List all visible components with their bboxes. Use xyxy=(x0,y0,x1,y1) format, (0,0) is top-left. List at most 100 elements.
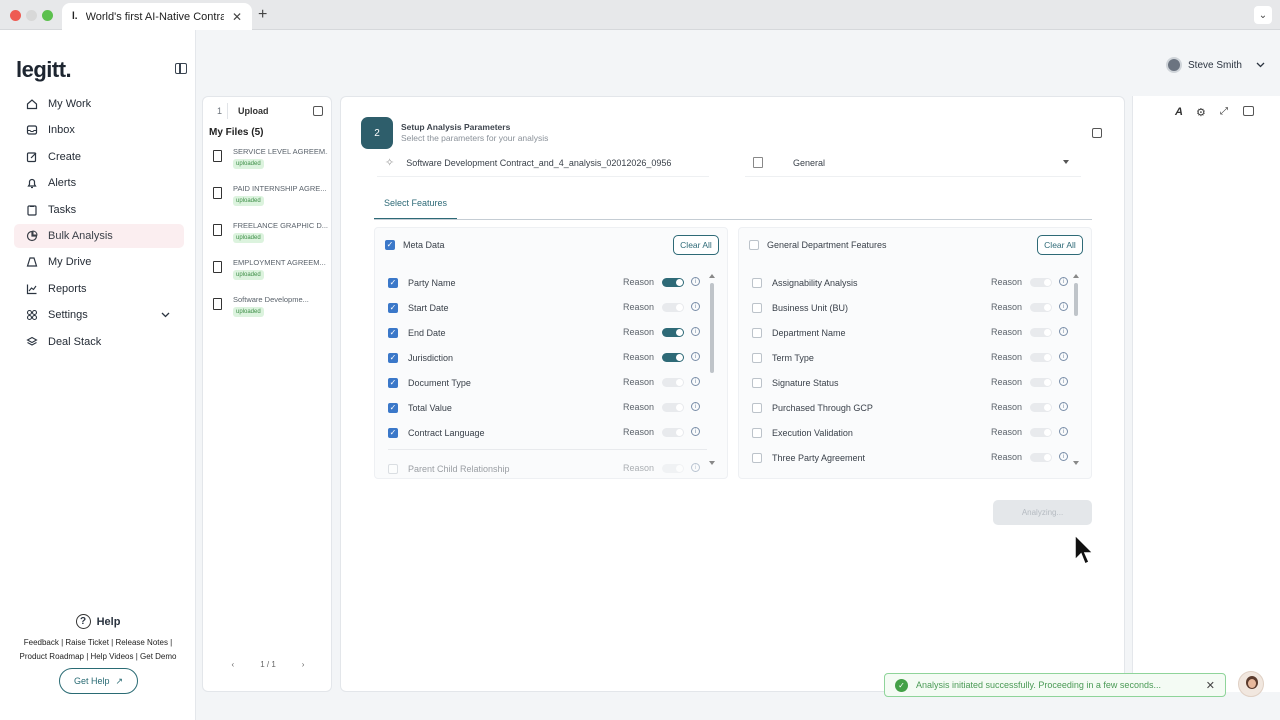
new-tab-button[interactable]: + xyxy=(258,6,267,24)
reason-toggle[interactable] xyxy=(662,464,684,473)
department-select[interactable]: General xyxy=(745,149,1081,177)
reason-toggle[interactable] xyxy=(662,378,684,387)
feature-checkbox[interactable] xyxy=(752,402,762,413)
file-item[interactable]: SERVICE LEVEL AGREEM... uploaded xyxy=(213,147,328,177)
info-icon[interactable]: i xyxy=(1059,302,1068,311)
chevron-down-icon[interactable] xyxy=(161,309,170,321)
user-menu[interactable]: Steve Smith xyxy=(1166,57,1265,73)
help-links-line2[interactable]: Product Roadmap | Help Videos | Get Demo xyxy=(0,650,196,664)
info-icon[interactable]: i xyxy=(691,402,700,411)
maximize-window-button[interactable] xyxy=(42,10,53,21)
reason-toggle[interactable] xyxy=(662,353,684,362)
panel-toggle-icon[interactable] xyxy=(1092,128,1102,138)
feature-checkbox[interactable] xyxy=(752,427,762,438)
reason-toggle[interactable] xyxy=(662,278,684,287)
reason-toggle[interactable] xyxy=(662,303,684,312)
clear-all-button[interactable]: Clear All xyxy=(1037,235,1083,255)
reason-toggle[interactable] xyxy=(662,428,684,437)
sidebar-item-reports[interactable]: Reports xyxy=(14,277,184,301)
app-logo[interactable]: legitt. xyxy=(16,57,72,83)
feature-checkbox[interactable] xyxy=(388,427,398,438)
sidebar-item-create[interactable]: Create xyxy=(14,145,184,169)
feature-checkbox[interactable] xyxy=(388,277,398,288)
expand-icon[interactable]: ⤢ xyxy=(1220,106,1228,117)
scroll-up-icon[interactable] xyxy=(1073,274,1079,278)
analyze-button[interactable]: Analyzing... xyxy=(993,500,1092,525)
file-item[interactable]: FREELANCE GRAPHIC D... uploaded xyxy=(213,221,328,251)
reason-toggle[interactable] xyxy=(662,403,684,412)
minimize-window-button[interactable] xyxy=(26,10,37,21)
feature-checkbox[interactable] xyxy=(752,452,762,463)
info-icon[interactable]: i xyxy=(1059,352,1068,361)
scroll-down-icon[interactable] xyxy=(709,461,715,465)
assistant-avatar[interactable] xyxy=(1238,671,1264,697)
tab-close-icon[interactable]: ✕ xyxy=(232,10,242,24)
meta-data-checkbox[interactable] xyxy=(385,240,395,250)
reason-toggle[interactable] xyxy=(1030,428,1052,437)
sidebar-item-deal-stack[interactable]: Deal Stack xyxy=(14,330,184,354)
info-icon[interactable]: i xyxy=(691,327,700,336)
file-item[interactable]: Software Developme... uploaded xyxy=(213,295,328,325)
feature-checkbox[interactable] xyxy=(388,352,398,363)
department-features-checkbox[interactable] xyxy=(749,240,759,250)
reason-toggle[interactable] xyxy=(1030,378,1052,387)
feature-checkbox[interactable] xyxy=(388,402,398,413)
sidebar-item-bulk-analysis[interactable]: Bulk Analysis xyxy=(14,223,184,248)
tab-list-button[interactable]: ⌄ xyxy=(1254,6,1272,24)
feature-checkbox[interactable] xyxy=(388,377,398,388)
sidebar-item-inbox[interactable]: Inbox xyxy=(14,118,184,142)
feature-checkbox[interactable] xyxy=(388,327,398,338)
reason-toggle[interactable] xyxy=(1030,353,1052,362)
scrollbar[interactable] xyxy=(1074,283,1078,316)
info-icon[interactable]: i xyxy=(691,377,700,386)
scrollbar[interactable] xyxy=(710,283,714,373)
info-icon[interactable]: i xyxy=(691,427,700,436)
font-style-icon[interactable]: A xyxy=(1175,106,1183,118)
browser-tab[interactable]: l. World's first AI-Native Contra ✕ xyxy=(62,3,252,30)
info-icon[interactable]: i xyxy=(691,302,700,311)
scroll-up-icon[interactable] xyxy=(709,274,715,278)
next-page-button[interactable]: › xyxy=(302,660,305,669)
feature-checkbox[interactable] xyxy=(752,377,762,388)
sidebar-item-settings[interactable]: Settings xyxy=(14,303,184,327)
info-icon[interactable]: i xyxy=(1059,277,1068,286)
info-icon[interactable]: i xyxy=(1059,377,1068,386)
reason-toggle[interactable] xyxy=(1030,303,1052,312)
feature-checkbox[interactable] xyxy=(388,463,398,474)
feature-checkbox[interactable] xyxy=(752,352,762,363)
info-icon[interactable]: i xyxy=(691,463,700,472)
sidebar-item-my-work[interactable]: My Work xyxy=(14,92,184,116)
panel-toggle-icon[interactable] xyxy=(1243,106,1254,116)
panel-toggle-icon[interactable] xyxy=(313,106,323,116)
feature-checkbox[interactable] xyxy=(752,302,762,313)
info-icon[interactable]: i xyxy=(1059,327,1068,336)
reason-toggle[interactable] xyxy=(1030,328,1052,337)
analysis-name-field[interactable]: ✧ Software Development Contract_and_4_an… xyxy=(377,149,709,177)
feature-checkbox[interactable] xyxy=(752,277,762,288)
sidebar-collapse-icon[interactable] xyxy=(175,63,187,74)
file-item[interactable]: EMPLOYMENT AGREEM... uploaded xyxy=(213,258,328,288)
clear-all-button[interactable]: Clear All xyxy=(673,235,719,255)
close-icon[interactable]: ✕ xyxy=(1206,679,1215,692)
info-icon[interactable]: i xyxy=(691,277,700,286)
sidebar-item-tasks[interactable]: Tasks xyxy=(14,198,184,222)
get-help-button[interactable]: Get Help ↗ xyxy=(59,668,138,694)
feature-checkbox[interactable] xyxy=(752,327,762,338)
prev-page-button[interactable]: ‹ xyxy=(232,660,235,669)
reason-toggle[interactable] xyxy=(1030,278,1052,287)
close-window-button[interactable] xyxy=(10,10,21,21)
gear-icon[interactable]: ⚙ xyxy=(1196,106,1206,119)
help-links[interactable]: Feedback | Raise Ticket | Release Notes … xyxy=(0,636,196,664)
tab-select-features[interactable]: Select Features xyxy=(374,198,457,220)
reason-toggle[interactable] xyxy=(1030,453,1052,462)
sidebar-item-alerts[interactable]: Alerts xyxy=(14,171,184,195)
feature-checkbox[interactable] xyxy=(388,302,398,313)
help-links-line1[interactable]: Feedback | Raise Ticket | Release Notes … xyxy=(0,636,196,650)
reason-toggle[interactable] xyxy=(662,328,684,337)
info-icon[interactable]: i xyxy=(1059,402,1068,411)
info-icon[interactable]: i xyxy=(691,352,700,361)
info-icon[interactable]: i xyxy=(1059,452,1068,461)
reason-toggle[interactable] xyxy=(1030,403,1052,412)
sidebar-item-my-drive[interactable]: My Drive xyxy=(14,250,184,274)
scroll-down-icon[interactable] xyxy=(1073,461,1079,465)
